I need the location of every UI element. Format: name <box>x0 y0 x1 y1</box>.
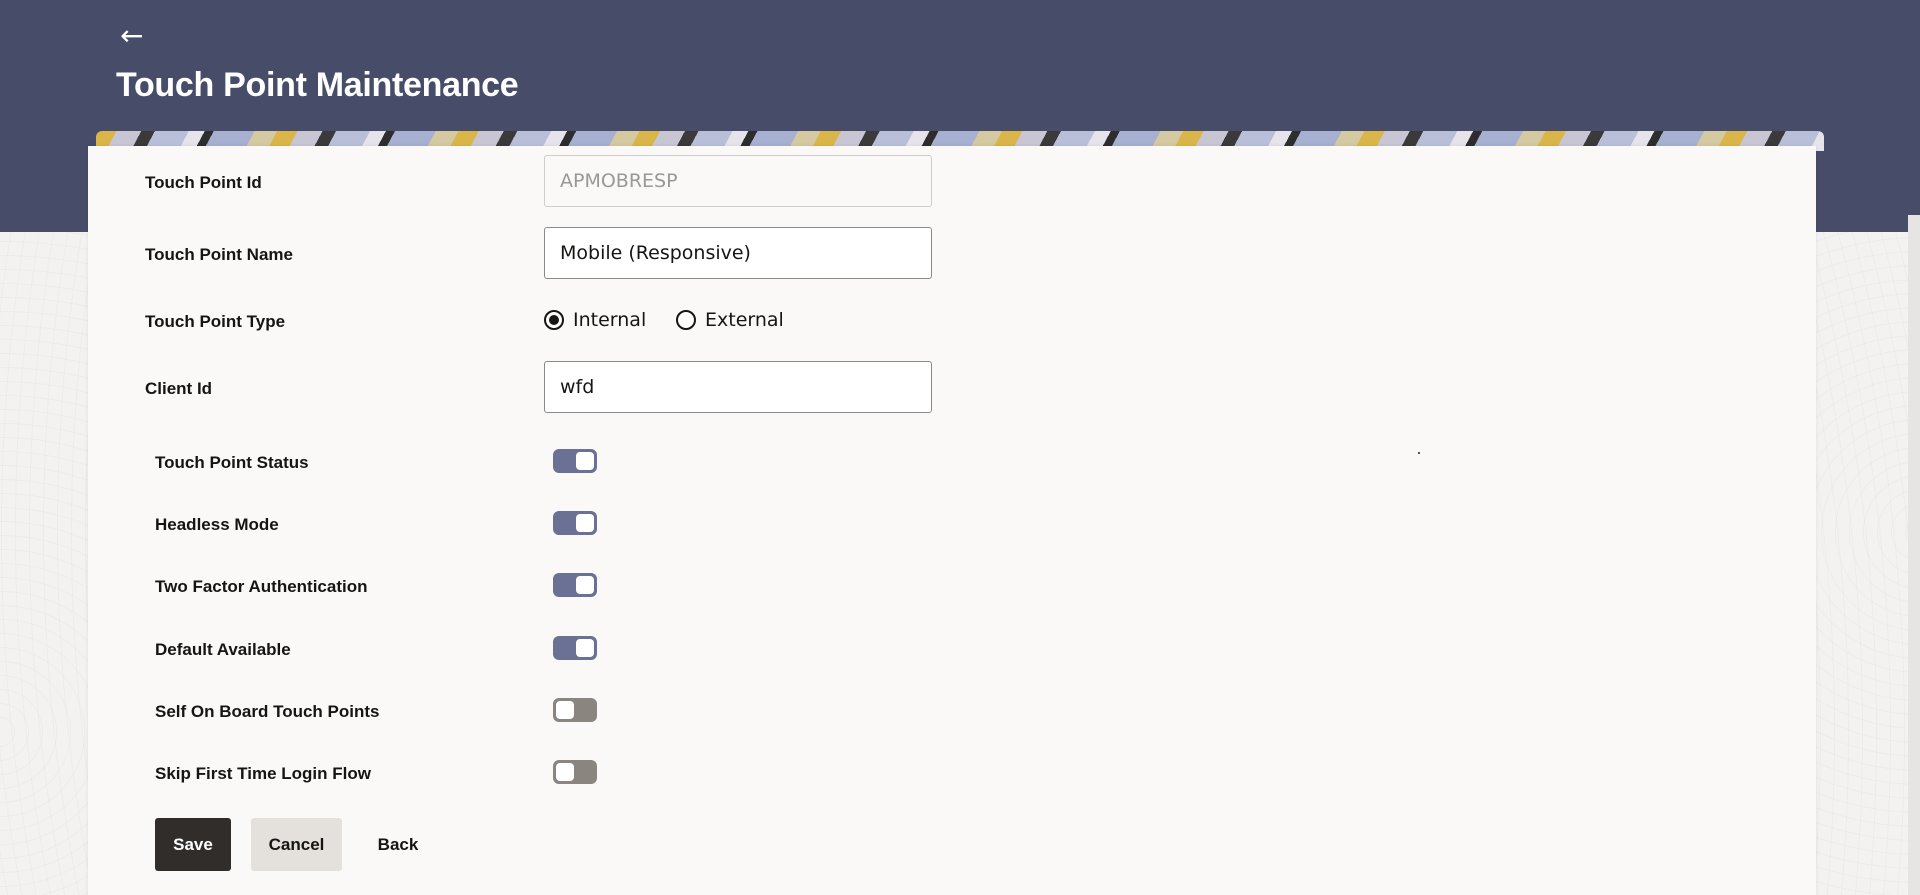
form-card: Touch Point Id APMOBRESP Touch Point Nam… <box>88 146 1816 895</box>
cancel-button[interactable]: Cancel <box>251 818 342 871</box>
default-available-label: Default Available <box>155 640 291 659</box>
headless-mode-toggle[interactable] <box>553 511 597 535</box>
touch-point-status-label: Touch Point Status <box>155 453 309 472</box>
self-on-board-touch-points-label: Self On Board Touch Points <box>155 702 380 721</box>
radio-unselected-icon <box>676 310 696 330</box>
touch-point-id-label: Touch Point Id <box>145 173 262 192</box>
arrow-left-icon[interactable]: ← <box>120 18 152 54</box>
radio-external[interactable]: External <box>676 309 784 331</box>
client-id-label: Client Id <box>145 379 213 398</box>
touch-point-status-toggle[interactable] <box>553 449 597 473</box>
radio-internal-label: Internal <box>573 309 647 331</box>
skip-first-time-login-flow-label: Skip First Time Login Flow <box>155 764 371 783</box>
stray-dot <box>1418 452 1420 454</box>
headless-mode-label: Headless Mode <box>155 515 279 534</box>
touch-point-name-field[interactable]: Mobile (Responsive) <box>544 227 932 279</box>
self-on-board-touch-points-toggle[interactable] <box>553 698 597 722</box>
two-factor-authentication-label: Two Factor Authentication <box>155 577 368 596</box>
two-factor-authentication-toggle[interactable] <box>553 573 597 597</box>
client-id-field[interactable]: wfd <box>544 361 932 413</box>
radio-internal[interactable]: Internal <box>544 309 646 331</box>
default-available-toggle[interactable] <box>553 636 597 660</box>
back-button[interactable]: Back <box>360 818 436 871</box>
touch-point-type-label: Touch Point Type <box>145 312 286 331</box>
page-title: Touch Point Maintenance <box>116 66 519 104</box>
page-scrollbar[interactable] <box>1908 215 1920 895</box>
radio-selected-icon <box>544 310 564 330</box>
touch-point-name-label: Touch Point Name <box>145 245 293 264</box>
touch-point-id-field: APMOBRESP <box>544 155 932 207</box>
save-button[interactable]: Save <box>155 818 231 871</box>
radio-external-label: External <box>705 309 784 331</box>
skip-first-time-login-flow-toggle[interactable] <box>553 760 597 784</box>
